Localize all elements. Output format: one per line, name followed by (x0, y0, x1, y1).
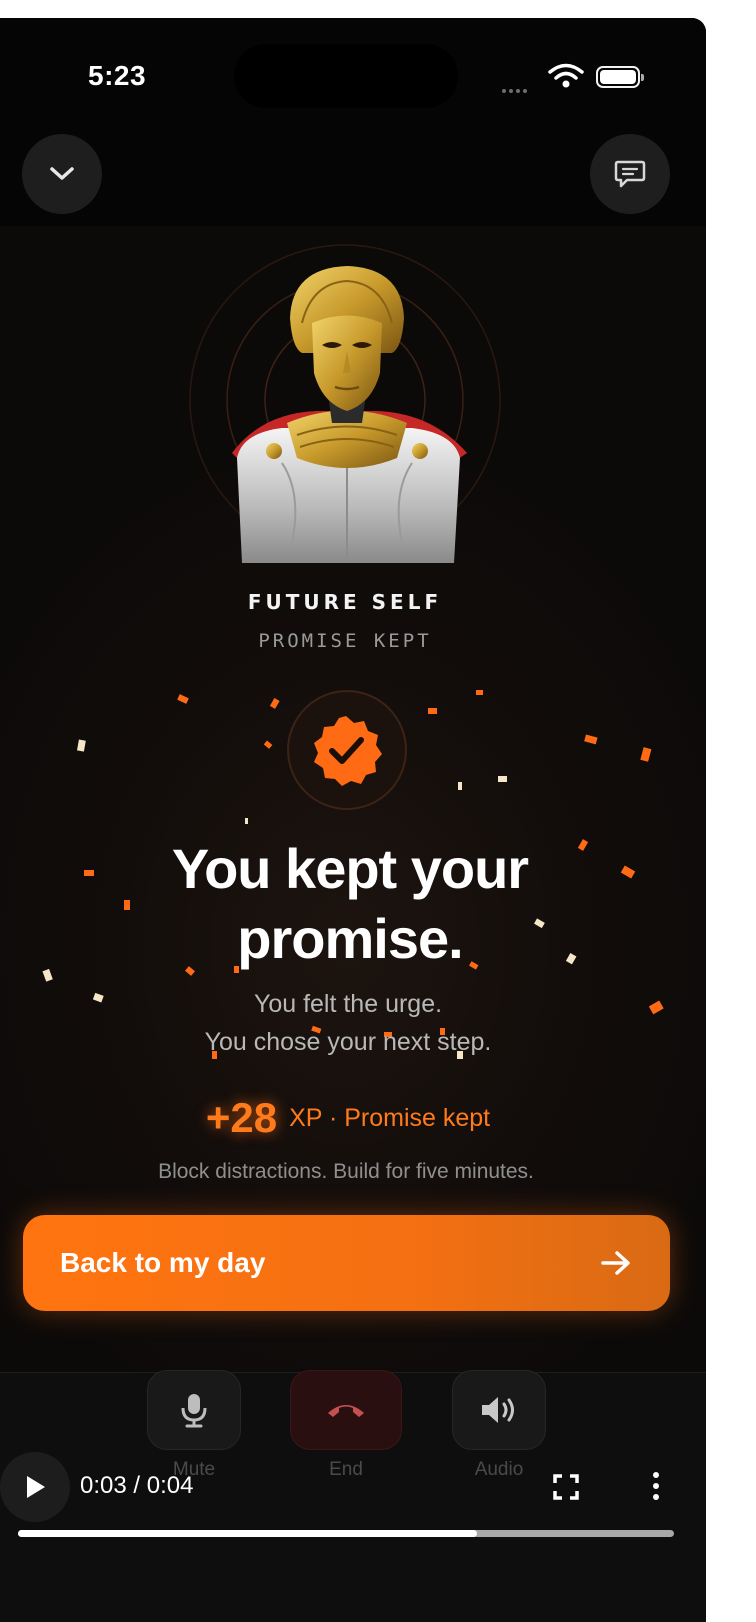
video-progress-bar[interactable] (18, 1530, 674, 1537)
message-line-1: You felt the urge. (253, 990, 443, 1018)
chat-bubble-icon (614, 160, 646, 188)
reward-hint: Block distractions. Build for five minut… (158, 1160, 534, 1183)
chevron-down-icon (50, 167, 74, 180)
end-call-button[interactable] (290, 1370, 402, 1450)
dynamic-island (234, 44, 458, 108)
play-icon (27, 1476, 45, 1498)
more-options-button[interactable] (653, 1472, 659, 1505)
cta-label: Back to my day (60, 1247, 266, 1278)
speaker-icon (482, 1397, 514, 1423)
future-self-avatar (232, 266, 467, 563)
mute-button[interactable] (147, 1370, 241, 1450)
chat-button[interactable] (590, 134, 670, 214)
wifi-icon (548, 63, 584, 94)
video-progress-fill (18, 1530, 478, 1537)
success-headline: You kept your promise. (171, 837, 529, 970)
battery-icon (596, 66, 644, 88)
audio-button[interactable] (452, 1370, 546, 1450)
back-to-my-day-button[interactable]: Back to my day (23, 1215, 670, 1311)
collapse-button[interactable] (22, 134, 102, 214)
xp-reward: +28 XP · Promise kept (0, 1094, 696, 1142)
status-time: 5:23 (88, 60, 147, 91)
end-label: End (329, 1459, 363, 1480)
persona-title: FUTURE SELF (247, 590, 443, 614)
microphone-icon (181, 1394, 207, 1428)
xp-label: XP · Promise kept (289, 1103, 491, 1132)
video-time: 0:03 / 0:04 (80, 1472, 194, 1499)
audio-label: Audio (474, 1459, 524, 1480)
arrow-right-icon (601, 1251, 630, 1275)
xp-value: +28 (205, 1094, 278, 1141)
message-line-2: You chose your next step. (204, 1028, 492, 1056)
more-dots-icon (653, 1472, 659, 1478)
fullscreen-icon (553, 1474, 579, 1500)
fullscreen-button[interactable] (553, 1474, 579, 1505)
persona-subtitle: PROMISE KEPT (258, 630, 432, 652)
check-badge-icon (314, 716, 382, 786)
signal-icon (502, 80, 530, 98)
play-button[interactable] (0, 1452, 70, 1522)
phone-hangup-icon (328, 1405, 364, 1417)
